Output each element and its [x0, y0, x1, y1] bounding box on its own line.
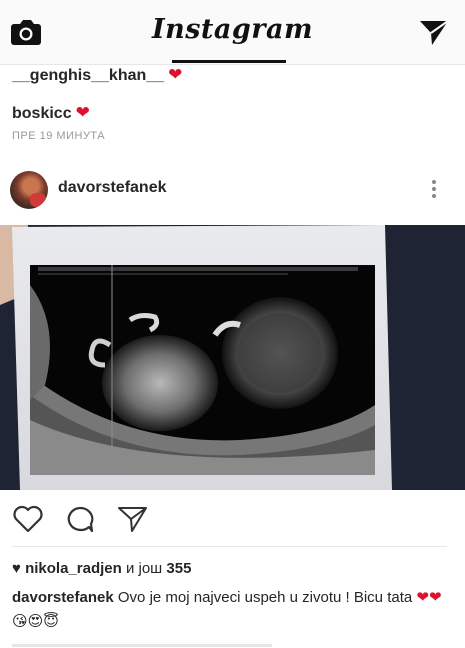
heart-icon: ♥ — [12, 560, 21, 577]
liker-username[interactable]: nikola_radjen — [25, 560, 122, 577]
post-actions — [0, 500, 465, 540]
likes-count[interactable]: 355 — [166, 560, 191, 577]
divider — [12, 546, 447, 547]
post-header: davorstefanek — [0, 165, 465, 215]
direct-message-icon[interactable] — [418, 18, 450, 48]
angel-face-emoji: 😇 — [43, 613, 59, 630]
heart-emoji: ❤ — [75, 103, 90, 122]
heart-eyes-emoji: 😍 — [27, 613, 44, 630]
share-send-icon[interactable] — [116, 504, 148, 534]
avatar[interactable] — [10, 171, 48, 209]
heart-emoji: ❤ — [168, 65, 183, 84]
comment-row: boskicc ❤ — [12, 100, 452, 126]
post-username[interactable]: davorstefanek — [58, 179, 167, 197]
comment-username[interactable]: boskicc — [12, 105, 72, 122]
post-caption: davorstefanek Ovo je moj najveci uspeh u… — [12, 586, 457, 634]
heart-emoji: ❤ — [416, 589, 429, 606]
comment-row: __genghis__khan__ ❤ — [12, 62, 452, 88]
caption-username[interactable]: davorstefanek — [12, 589, 114, 606]
heart-emoji: ❤ — [428, 589, 442, 606]
likes-connector: и још — [125, 560, 163, 577]
comment-username[interactable]: __genghis__khan__ — [12, 67, 164, 84]
top-navigation-bar: Instagram — [0, 0, 465, 65]
post-timestamp: ПРЕ 19 МИНУТА — [12, 130, 106, 142]
more-options-icon[interactable] — [424, 177, 444, 203]
previous-post-comments: __genghis__khan__ ❤ boskicc ❤ ПРЕ 19 МИНУТ… — [12, 64, 452, 142]
instagram-logo: Instagram — [151, 14, 314, 45]
likes-line[interactable]: ♥ nikola_radjen и још 355 — [12, 560, 191, 577]
view-comments-link[interactable] — [12, 638, 312, 648]
comment-bubble-icon[interactable] — [64, 504, 96, 534]
caption-text: Ovo je moj najveci uspeh u zivotu ! Bicu… — [117, 589, 413, 606]
kiss-face-emoji: 😘 — [12, 613, 28, 630]
like-heart-icon[interactable] — [12, 504, 44, 534]
post-image[interactable] — [0, 225, 465, 490]
